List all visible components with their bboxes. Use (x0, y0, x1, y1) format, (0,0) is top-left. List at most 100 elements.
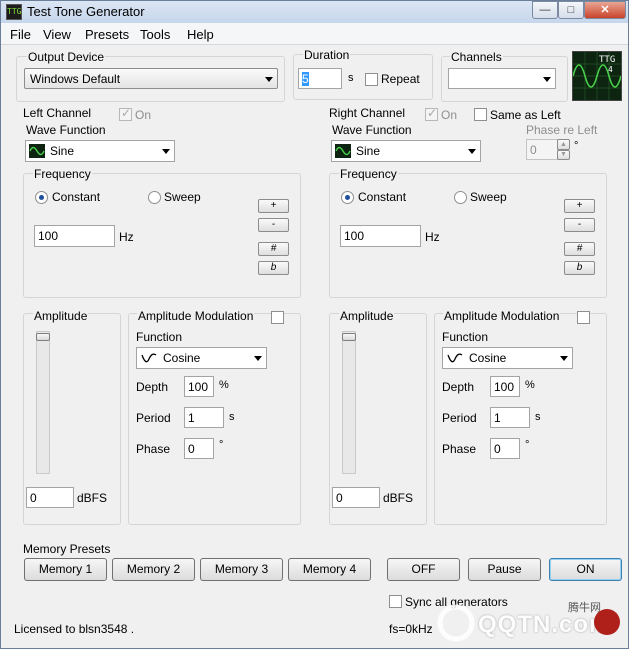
right-am-checkbox[interactable] (577, 311, 590, 324)
left-on-checkbox[interactable] (119, 106, 132, 121)
title-bar[interactable]: TTG Test Tone Generator — □ ✕ (1, 1, 628, 23)
duration-label: Duration (303, 48, 351, 62)
right-period-unit: s (535, 411, 541, 423)
right-plus-button[interactable]: + (564, 199, 595, 213)
phase-re-left-label: Phase re Left (526, 123, 598, 137)
cosine-wave-icon (141, 353, 157, 363)
watermark-cn-text: 腾牛网 (568, 602, 601, 614)
right-amplitude-slider[interactable] (342, 331, 356, 474)
left-amplitude-thumb[interactable] (36, 333, 50, 341)
off-button[interactable]: OFF (387, 558, 460, 581)
right-constant-radio[interactable] (341, 191, 354, 204)
close-button[interactable]: ✕ (584, 1, 626, 19)
right-sweep-radio[interactable] (454, 191, 467, 204)
left-period-input[interactable]: 1 (184, 407, 224, 428)
right-wave-label: Wave Function (332, 123, 412, 137)
left-amplitude-slider[interactable] (36, 331, 50, 474)
chevron-down-icon (468, 149, 476, 154)
maximize-button[interactable]: □ (558, 1, 584, 19)
left-wave-select[interactable]: Sine (25, 140, 175, 162)
left-phase-input[interactable]: 0 (184, 438, 214, 459)
right-on-checkbox[interactable] (425, 106, 438, 121)
memory-3-button[interactable]: Memory 3 (200, 558, 283, 581)
chevron-down-icon (560, 356, 568, 361)
memory-1-button[interactable]: Memory 1 (24, 558, 107, 581)
logo-text: TTG (599, 55, 616, 65)
pause-button[interactable]: Pause (468, 558, 541, 581)
right-sweep-label: Sweep (470, 190, 507, 204)
right-period-label: Period (442, 411, 477, 425)
right-amplitude-thumb[interactable] (342, 333, 356, 341)
repeat-label: Repeat (381, 72, 420, 86)
right-wave-value: Sine (356, 144, 381, 158)
menu-presets[interactable]: Presets (85, 27, 129, 42)
window-title: Test Tone Generator (27, 4, 145, 19)
right-wave-select[interactable]: Sine (331, 140, 481, 162)
sine-wave-icon (29, 144, 45, 158)
left-am-checkbox[interactable] (271, 311, 284, 324)
left-amplitude-input[interactable]: 0 (26, 487, 74, 508)
right-channel-title: Right Channel (329, 106, 406, 120)
phase-re-left-input[interactable]: 0 (526, 139, 558, 160)
right-depth-input[interactable]: 100 (490, 376, 520, 397)
menu-view[interactable]: View (43, 27, 71, 42)
memory-4-button[interactable]: Memory 4 (288, 558, 371, 581)
left-constant-label: Constant (52, 190, 101, 204)
left-sweep-radio[interactable] (148, 191, 161, 204)
left-flat-button[interactable]: b (258, 261, 289, 275)
repeat-checkbox[interactable] (365, 73, 378, 86)
right-phase-unit: ° (525, 439, 530, 451)
right-frequency-label: Frequency (339, 167, 398, 181)
right-frequency-input[interactable]: 100 (340, 225, 421, 247)
same-as-left-checkbox[interactable] (474, 108, 487, 121)
duration-unit: s (348, 72, 354, 84)
right-function-select[interactable]: Cosine (442, 347, 573, 369)
minimize-button[interactable]: — (532, 1, 558, 19)
left-function-value: Cosine (163, 351, 201, 365)
right-depth-label: Depth (442, 380, 475, 394)
right-sharp-button[interactable]: # (564, 242, 595, 256)
phase-up-arrow-icon[interactable]: ▲ (557, 139, 570, 150)
left-sharp-button[interactable]: # (258, 242, 289, 256)
cosine-wave-icon (447, 353, 463, 363)
right-amplitude-label: Amplitude (339, 309, 395, 323)
main-window: TTG Test Tone Generator — □ ✕ File View … (0, 0, 629, 649)
left-function-label: Function (136, 330, 183, 344)
watermark-badge-icon (594, 609, 620, 635)
left-frequency-input[interactable]: 100 (34, 225, 115, 247)
channels-label: Channels (450, 50, 503, 64)
right-on-label: On (441, 108, 458, 122)
ttg-logo: TTG 4 (572, 51, 622, 101)
license-text: Licensed to blsn3548 . (14, 622, 135, 636)
left-depth-input[interactable]: 100 (184, 376, 214, 397)
left-constant-radio[interactable] (35, 191, 48, 204)
left-minus-button[interactable]: - (258, 218, 289, 232)
right-function-label: Function (442, 330, 489, 344)
duration-input[interactable]: 5 (298, 68, 342, 89)
menu-help[interactable]: Help (187, 27, 214, 42)
right-minus-button[interactable]: - (564, 218, 595, 232)
menu-tools[interactable]: Tools (140, 27, 170, 42)
output-device-select[interactable]: Windows Default (24, 68, 278, 89)
left-hz-label: Hz (119, 230, 134, 244)
right-function-value: Cosine (469, 351, 507, 365)
right-amplitude-input[interactable]: 0 (332, 487, 380, 508)
sync-generators-checkbox[interactable] (389, 595, 402, 608)
menu-file[interactable]: File (10, 27, 31, 42)
chevron-down-icon (254, 356, 262, 361)
menu-bar: File View Presets Tools Help (1, 23, 628, 45)
output-device-label: Output Device (27, 50, 106, 64)
right-dbfs-label: dBFS (383, 491, 414, 505)
left-on-label: On (135, 108, 152, 122)
left-channel-title: Left Channel (23, 106, 92, 120)
left-function-select[interactable]: Cosine (136, 347, 267, 369)
right-flat-button[interactable]: b (564, 261, 595, 275)
memory-2-button[interactable]: Memory 2 (112, 558, 195, 581)
right-phase-input[interactable]: 0 (490, 438, 520, 459)
left-wave-label: Wave Function (26, 123, 106, 137)
phase-down-arrow-icon[interactable]: ▼ (557, 150, 570, 160)
channels-select[interactable] (448, 68, 556, 89)
left-plus-button[interactable]: + (258, 199, 289, 213)
right-period-input[interactable]: 1 (490, 407, 530, 428)
on-button[interactable]: ON (549, 558, 622, 581)
